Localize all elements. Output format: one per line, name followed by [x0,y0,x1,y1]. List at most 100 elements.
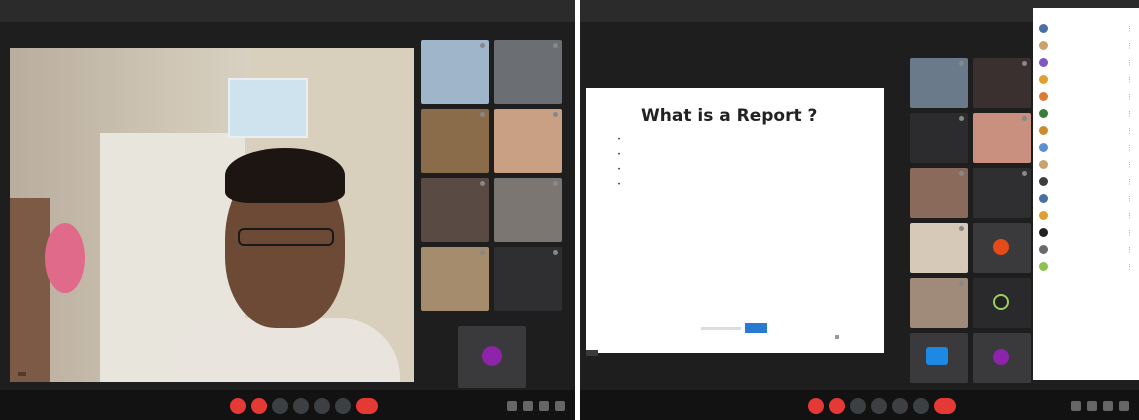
people-list-item[interactable]: ⋮ [1039,173,1133,190]
slide-nav-button[interactable] [745,323,767,333]
avatar [1039,177,1048,186]
present-button[interactable] [314,398,330,414]
people-list-item[interactable]: ⋮ [1039,37,1133,54]
people-list-item[interactable]: ⋮ [1039,139,1133,156]
more-options-icon[interactable]: ⋮ [1119,263,1133,271]
people-list-item[interactable]: ⋮ [1039,207,1133,224]
more-options-icon[interactable]: ⋮ [1119,110,1133,118]
present-button[interactable] [892,398,908,414]
mic-icon [480,181,485,186]
mic-icon [480,112,485,117]
avatar [482,346,502,366]
main-speaker-video[interactable] [10,48,414,382]
participant-tile[interactable] [494,247,562,311]
activities-icon[interactable] [1119,401,1129,411]
participant-tile[interactable] [494,178,562,242]
more-options-icon[interactable]: ⋮ [1119,195,1133,203]
more-options-button[interactable] [913,398,929,414]
participant-tile[interactable] [421,247,489,311]
participant-tile[interactable] [973,223,1031,273]
more-options-icon[interactable]: ⋮ [1119,42,1133,50]
captions-button[interactable] [272,398,288,414]
leave-call-button[interactable] [934,398,956,414]
more-options-icon[interactable]: ⋮ [1119,246,1133,254]
participant-tile[interactable] [494,109,562,173]
more-options-icon[interactable]: ⋮ [1119,76,1133,84]
people-icon[interactable] [523,401,533,411]
people-list-item[interactable]: ⋮ [1039,156,1133,173]
participant-tile[interactable] [973,58,1031,108]
captions-button[interactable] [850,398,866,414]
people-list-item[interactable]: ⋮ [1039,241,1133,258]
participant-tile[interactable] [421,109,489,173]
chat-icon[interactable] [539,401,549,411]
people-list-item[interactable]: ⋮ [1039,88,1133,105]
participant-tile[interactable] [973,113,1031,163]
activities-icon[interactable] [555,401,565,411]
people-list-item[interactable]: ⋮ [1039,190,1133,207]
presentation-slide[interactable]: What is a Report ? [586,88,884,353]
more-options-icon[interactable]: ⋮ [1119,212,1133,220]
people-icon[interactable] [1087,401,1097,411]
participant-tile-avatar[interactable] [458,326,526,388]
mic-toggle-button[interactable] [808,398,824,414]
slide-title: What is a Report ? [641,106,818,126]
participant-tile[interactable] [494,40,562,104]
participant-tile[interactable] [910,168,968,218]
more-options-icon[interactable]: ⋮ [1119,127,1133,135]
people-list-item[interactable]: ⋮ [1039,105,1133,122]
more-options-icon[interactable]: ⋮ [1119,25,1133,33]
video-background [45,223,85,293]
participant-tile[interactable] [973,333,1031,383]
people-list-item[interactable]: ⋮ [1039,20,1133,37]
participant-tile[interactable] [910,113,968,163]
people-list-item[interactable]: ⋮ [1039,122,1133,139]
more-options-icon[interactable]: ⋮ [1119,59,1133,67]
more-options-icon[interactable]: ⋮ [1119,161,1133,169]
people-list-item[interactable]: ⋮ [1039,224,1133,241]
avatar [1039,211,1048,220]
speaker-name-tag [18,372,26,376]
mic-toggle-button[interactable] [230,398,246,414]
more-options-icon[interactable]: ⋮ [1119,178,1133,186]
raise-hand-button[interactable] [293,398,309,414]
participant-tile[interactable] [973,168,1031,218]
avatar [1039,24,1048,33]
slide-bullet [626,151,872,159]
window-title-bar [0,0,575,22]
participant-tile[interactable] [910,333,968,383]
participant-tile[interactable] [973,278,1031,328]
avatar [1039,194,1048,203]
more-options-icon[interactable]: ⋮ [1119,144,1133,152]
mic-icon [1022,61,1027,66]
slide-progress [701,326,741,330]
raise-hand-button[interactable] [871,398,887,414]
more-options-icon[interactable]: ⋮ [1119,93,1133,101]
avatar [1039,228,1048,237]
participant-tile[interactable] [421,40,489,104]
camera-toggle-button[interactable] [251,398,267,414]
participant-tile[interactable] [421,178,489,242]
participant-tile[interactable] [910,223,968,273]
more-options-icon[interactable]: ⋮ [1119,229,1133,237]
mic-icon [959,226,964,231]
presentation-chip[interactable] [586,350,598,356]
more-options-button[interactable] [335,398,351,414]
avatar [1039,143,1048,152]
participant-tile[interactable] [910,278,968,328]
participant-tile[interactable] [910,58,968,108]
avatar [926,347,948,365]
avatar [1039,262,1048,271]
info-icon[interactable] [1071,401,1081,411]
mic-icon [959,61,964,66]
chat-icon[interactable] [1103,401,1113,411]
avatar [993,294,1009,310]
people-list-item[interactable]: ⋮ [1039,71,1133,88]
info-icon[interactable] [507,401,517,411]
camera-toggle-button[interactable] [829,398,845,414]
leave-call-button[interactable] [356,398,378,414]
control-buttons [808,398,956,414]
slide-bullet [626,181,872,189]
people-list-item[interactable]: ⋮ [1039,258,1133,275]
people-list-item[interactable]: ⋮ [1039,54,1133,71]
